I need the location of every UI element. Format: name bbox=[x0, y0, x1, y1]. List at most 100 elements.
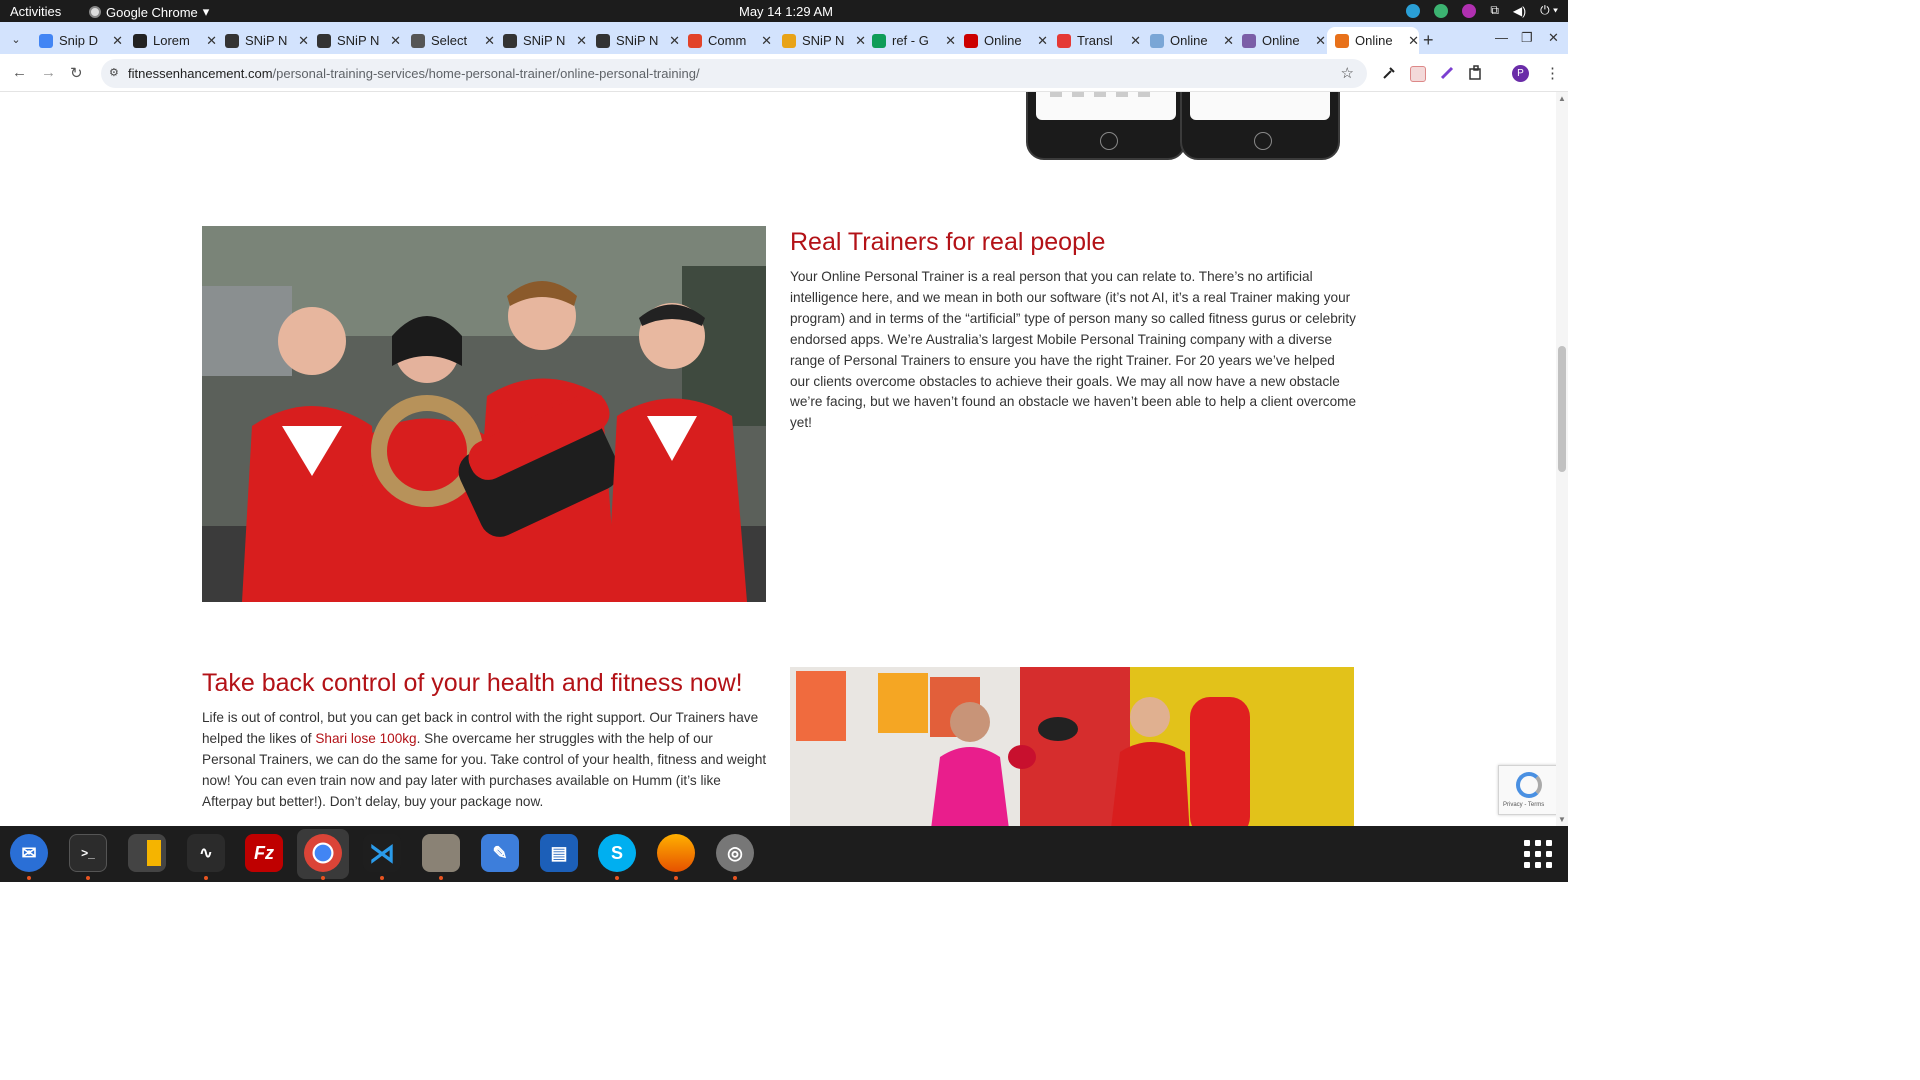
phone-left bbox=[1026, 92, 1186, 160]
restore-icon[interactable]: ❐ bbox=[1521, 30, 1533, 46]
shari-story-link[interactable]: Shari lose 100kg bbox=[315, 731, 416, 746]
tab-favicon-icon bbox=[782, 33, 796, 48]
tab-favicon-icon bbox=[1150, 33, 1164, 48]
writer-document-icon[interactable]: ▤ bbox=[540, 834, 578, 872]
section-body-real-trainers: Your Online Personal Trainer is a real p… bbox=[790, 269, 1357, 431]
chrome-icon bbox=[89, 6, 101, 18]
tab-title: Online bbox=[984, 33, 1022, 48]
tab-close-icon[interactable]: ✕ bbox=[112, 33, 123, 49]
tab-close-icon[interactable]: ✕ bbox=[1130, 33, 1141, 49]
chrome-menu-icon[interactable]: ⋮ bbox=[1545, 64, 1560, 82]
gnome-top-bar: Activities Google Chrome ▾ May 14 1:29 A… bbox=[0, 0, 1568, 22]
browser-tab[interactable]: SNiP N ✕ bbox=[774, 27, 866, 54]
new-tab-button[interactable]: + bbox=[1423, 30, 1434, 51]
tab-close-icon[interactable]: ✕ bbox=[945, 33, 956, 49]
tab-close-icon[interactable]: ✕ bbox=[206, 33, 217, 49]
filezilla-icon[interactable]: Fz bbox=[245, 834, 283, 872]
browser-tab[interactable]: Online ✕ bbox=[1142, 27, 1234, 54]
browser-tab[interactable]: Online ✕ bbox=[956, 27, 1048, 54]
tab-title: SNiP N bbox=[616, 33, 659, 48]
tab-close-icon[interactable]: ✕ bbox=[1315, 33, 1326, 49]
back-icon[interactable]: ← bbox=[12, 64, 27, 81]
tab-search-button[interactable]: ⌄ bbox=[5, 28, 27, 50]
address-bar[interactable]: ⚙ fitnessenhancement.com/personal-traini… bbox=[101, 59, 1367, 88]
scroll-up-icon[interactable]: ▲ bbox=[1558, 94, 1566, 103]
files-icon[interactable] bbox=[422, 834, 460, 872]
vscode-icon[interactable]: ⋊ bbox=[363, 834, 401, 872]
activities-button[interactable]: Activities bbox=[10, 4, 61, 19]
tab-close-icon[interactable]: ✕ bbox=[1223, 33, 1234, 49]
calendar-extension-icon[interactable] bbox=[1410, 66, 1426, 82]
tab-favicon-icon bbox=[596, 33, 610, 48]
eyedropper-extension-icon[interactable] bbox=[1381, 65, 1397, 81]
tab-favicon-icon bbox=[964, 33, 978, 48]
tab-title: Online bbox=[1170, 33, 1208, 48]
system-monitor-icon[interactable]: ∿ bbox=[187, 834, 225, 872]
network-icon[interactable]: ⧉ bbox=[1490, 3, 1499, 18]
xampp-icon[interactable] bbox=[657, 834, 695, 872]
web-page: Real Trainers for real people Your Onlin… bbox=[0, 92, 1556, 826]
power-icon[interactable]: ⏻ ▾ bbox=[1540, 3, 1558, 18]
tab-close-icon[interactable]: ✕ bbox=[390, 33, 401, 49]
url-path: /personal-training-services/home-persona… bbox=[272, 66, 700, 81]
extension-tray-icon[interactable] bbox=[1462, 3, 1477, 18]
terminal-icon[interactable]: >_ bbox=[69, 834, 107, 872]
browser-tab[interactable]: ref - G ✕ bbox=[864, 27, 956, 54]
minimize-icon[interactable]: — bbox=[1495, 30, 1508, 45]
skype-icon[interactable]: S bbox=[598, 834, 636, 872]
bookmark-star-icon[interactable]: ☆ bbox=[1341, 64, 1354, 82]
volume-icon[interactable]: ◀) bbox=[1513, 4, 1526, 18]
tab-title: SNiP N bbox=[523, 33, 566, 48]
tab-title: SNiP N bbox=[802, 33, 845, 48]
app-name: Google Chrome bbox=[106, 4, 198, 20]
pen-extension-icon[interactable] bbox=[1439, 65, 1455, 81]
browser-tab[interactable]: SNiP N ✕ bbox=[217, 27, 309, 54]
app-menu[interactable]: Google Chrome ▾ bbox=[89, 4, 209, 20]
update-icon[interactable] bbox=[1434, 3, 1449, 18]
browser-tab[interactable]: Snip D ✕ bbox=[31, 27, 123, 54]
puzzle-extensions-icon[interactable] bbox=[1468, 65, 1484, 81]
tab-title: ref - G bbox=[892, 33, 929, 48]
browser-tab[interactable]: Lorem ✕ bbox=[125, 27, 217, 54]
page-scrollbar[interactable]: ▲ ▼ bbox=[1556, 92, 1568, 826]
browser-tab[interactable]: SNiP N ✕ bbox=[588, 27, 680, 54]
calculator-icon[interactable] bbox=[128, 834, 166, 872]
text-editor-icon[interactable]: ✎ bbox=[481, 834, 519, 872]
tab-close-icon[interactable]: ✕ bbox=[761, 33, 772, 49]
clock[interactable]: May 14 1:29 AM bbox=[739, 4, 833, 19]
profile-avatar[interactable]: P bbox=[1512, 65, 1529, 82]
tab-title: Snip D bbox=[59, 33, 99, 48]
browser-tab[interactable]: Select ✕ bbox=[403, 27, 495, 54]
tab-close-icon[interactable]: ✕ bbox=[576, 33, 587, 49]
scrollbar-thumb[interactable] bbox=[1558, 346, 1566, 472]
tab-close-icon[interactable]: ✕ bbox=[669, 33, 680, 49]
site-info-icon[interactable]: ⚙ bbox=[109, 67, 121, 79]
tab-favicon-icon bbox=[1242, 33, 1256, 48]
tab-close-icon[interactable]: ✕ bbox=[1408, 33, 1419, 49]
tab-close-icon[interactable]: ✕ bbox=[298, 33, 309, 49]
browser-tab[interactable]: SNiP N ✕ bbox=[309, 27, 401, 54]
tab-close-icon[interactable]: ✕ bbox=[1037, 33, 1048, 49]
section-heading-real-trainers: Real Trainers for real people bbox=[790, 228, 1106, 256]
recaptcha-badge[interactable]: Privacy - Terms bbox=[1498, 765, 1556, 815]
forward-icon[interactable]: → bbox=[41, 64, 56, 81]
dropbox-icon[interactable] bbox=[1406, 3, 1421, 18]
system-tray[interactable]: ⧉ ◀) ⏻ ▾ bbox=[1406, 3, 1558, 18]
reload-icon[interactable]: ↻ bbox=[70, 64, 83, 82]
recaptcha-links[interactable]: Privacy - Terms bbox=[1503, 802, 1544, 808]
trainers-photo bbox=[202, 226, 766, 602]
disk-utility-icon[interactable]: ◎ bbox=[716, 834, 754, 872]
chrome-dock-icon[interactable] bbox=[304, 834, 342, 872]
tab-close-icon[interactable]: ✕ bbox=[484, 33, 495, 49]
thunderbird-icon[interactable]: ✉ bbox=[10, 834, 48, 872]
browser-tab[interactable]: Online ✕ bbox=[1234, 27, 1326, 54]
browser-tab[interactable]: SNiP N ✕ bbox=[495, 27, 587, 54]
scroll-down-icon[interactable]: ▼ bbox=[1558, 815, 1566, 824]
browser-tab[interactable]: Transl ✕ bbox=[1049, 27, 1141, 54]
browser-tab[interactable]: Online ✕ bbox=[1327, 27, 1419, 54]
phone-right bbox=[1180, 92, 1340, 160]
close-window-icon[interactable]: ✕ bbox=[1548, 30, 1559, 46]
show-applications-icon[interactable] bbox=[1524, 840, 1552, 868]
browser-tab[interactable]: Comm ✕ bbox=[680, 27, 772, 54]
tab-favicon-icon bbox=[1057, 33, 1071, 48]
